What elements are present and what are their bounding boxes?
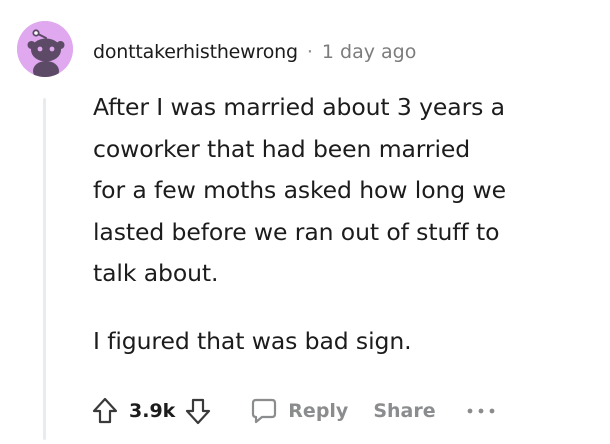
comment-author[interactable]: donttakerhisthewrong (93, 41, 298, 63)
ellipsis-icon (466, 406, 496, 416)
comment-header: donttakerhisthewrong · 1 day ago (93, 38, 416, 66)
comment-paragraph: After I was married about 3 years a cowo… (93, 87, 593, 295)
avatar[interactable] (17, 21, 73, 77)
comment-actions: 3.9k Reply Share (91, 394, 496, 428)
comment-paragraph: I figured that was bad sign. (93, 321, 593, 363)
comment-line: I figured that was bad sign. (93, 326, 412, 355)
downvote-icon[interactable] (184, 396, 212, 426)
share-button[interactable]: Share (373, 400, 435, 422)
comment-line: coworker that had been married (93, 134, 471, 163)
vote-score: 3.9k (129, 400, 176, 422)
share-label: Share (373, 400, 436, 422)
more-options-button[interactable] (466, 406, 496, 416)
comment-line: for a few moths asked how long we (93, 176, 506, 204)
comment-line: talk about. (93, 259, 219, 287)
snoo-avatar-icon (17, 21, 73, 77)
comment-body: After I was married about 3 years a cowo… (93, 87, 593, 362)
comment-timestamp[interactable]: 1 day ago (322, 41, 416, 63)
comment-line: lasted before we ran out of stuff to (93, 217, 500, 246)
reply-label: Reply (288, 400, 349, 422)
upvote-icon[interactable] (91, 396, 119, 426)
reply-button[interactable]: Reply (250, 397, 348, 425)
thread-collapse-line[interactable] (43, 98, 46, 440)
speech-bubble-icon (250, 397, 278, 425)
comment-line: After I was married about 3 years a (93, 93, 505, 121)
meta-separator: · (306, 41, 313, 63)
